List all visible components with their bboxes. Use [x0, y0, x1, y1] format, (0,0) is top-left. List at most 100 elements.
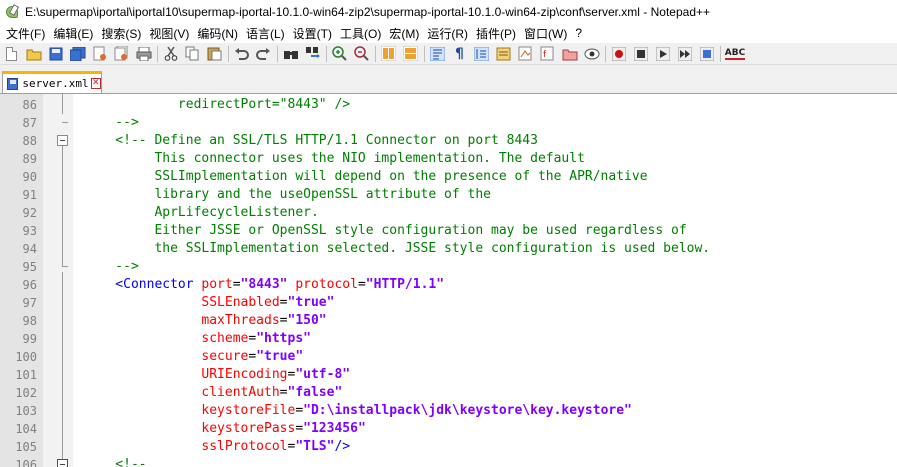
play-macro-multiple-icon[interactable] [676, 45, 693, 62]
line-code: keystoreFile="D:\installpack\jdk\keystor… [84, 402, 632, 420]
tab-label: server.xml [22, 77, 89, 90]
code-line[interactable]: 103 keystoreFile="D:\installpack\jdk\key… [0, 402, 897, 420]
code-token: SSLImplementation will depend on the pre… [84, 169, 648, 184]
code-token: redirectPort="8443" /> [84, 97, 351, 112]
code-token: SSLEnabled [84, 295, 280, 310]
menu-encoding[interactable]: 编码(N) [193, 25, 242, 42]
cut-icon[interactable] [162, 45, 179, 62]
code-line[interactable]: 94 the SSLImplementation selected. JSSE … [0, 240, 897, 258]
replace-icon[interactable] [304, 45, 321, 62]
code-line[interactable]: 97 SSLEnabled="true" [0, 294, 897, 312]
undo-icon[interactable] [233, 45, 250, 62]
code-token: --> [84, 259, 139, 274]
line-number: 103 [15, 404, 37, 418]
save-all-icon[interactable] [69, 45, 86, 62]
tab-server-xml[interactable]: server.xml ✕ [2, 71, 102, 93]
notepad-plus-plus-icon [5, 3, 20, 19]
menu-search[interactable]: 搜索(S) [97, 25, 145, 42]
menu-window[interactable]: 窗口(W) [520, 25, 571, 42]
code-line[interactable]: 98 maxThreads="150" [0, 312, 897, 330]
code-line[interactable]: 92 AprLifecycleListener. [0, 204, 897, 222]
record-macro-icon[interactable] [610, 45, 627, 62]
code-line[interactable]: 99 scheme="https" [0, 330, 897, 348]
line-code: clientAuth="false" [84, 384, 342, 402]
tab-bar: server.xml ✕ [0, 66, 897, 93]
menu-edit[interactable]: 编辑(E) [49, 25, 97, 42]
code-line[interactable]: 91 library and the useOpenSSL attribute … [0, 186, 897, 204]
line-number: 88 [22, 134, 37, 148]
code-line[interactable]: 88 <!-- Define an SSL/TLS HTTP/1.1 Conne… [0, 132, 897, 150]
menu-settings[interactable]: 设置(T) [289, 25, 336, 42]
menu-run[interactable]: 运行(R) [423, 25, 472, 42]
monitoring-icon[interactable] [583, 45, 600, 62]
code-line[interactable]: 95 --> [0, 258, 897, 276]
code-line[interactable]: 90 SSLImplementation will depend on the … [0, 168, 897, 186]
code-line[interactable]: 105 sslProtocol="TLS"/> [0, 438, 897, 456]
paste-icon[interactable] [206, 45, 223, 62]
line-number: 92 [22, 206, 37, 220]
line-number: 95 [22, 260, 37, 274]
code-line[interactable]: 104 keystorePass="123456" [0, 420, 897, 438]
line-code: --> [84, 258, 139, 276]
code-token: "HTTP/1.1" [365, 277, 445, 292]
toolbar-separator [228, 45, 229, 62]
code-token: = [279, 313, 288, 328]
print-icon[interactable] [135, 45, 152, 62]
toolbar-separator [375, 45, 376, 62]
save-icon[interactable] [47, 45, 64, 62]
code-line[interactable]: 96 <Connector port="8443" protocol="HTTP… [0, 276, 897, 294]
sync-vertical-icon[interactable] [380, 45, 397, 62]
toolbar-separator [277, 45, 278, 62]
redo-icon[interactable] [255, 45, 272, 62]
doc-map-icon[interactable] [517, 45, 534, 62]
zoom-out-icon[interactable] [353, 45, 370, 62]
spell-check-icon[interactable]: ABC [724, 45, 746, 62]
code-line[interactable]: 86 redirectPort="8443" /> [0, 96, 897, 114]
stop-macro-icon[interactable] [632, 45, 649, 62]
code-token: = [295, 403, 304, 418]
code-token: = [279, 295, 288, 310]
line-number: 100 [15, 350, 37, 364]
spell-check-label: ABC [724, 47, 746, 60]
code-line[interactable]: 87 --> [0, 114, 897, 132]
indent-guide-icon[interactable] [473, 45, 490, 62]
code-line[interactable]: 89 This connector uses the NIO implement… [0, 150, 897, 168]
save-macro-icon[interactable] [698, 45, 715, 62]
code-line[interactable]: 102 clientAuth="false" [0, 384, 897, 402]
zoom-in-icon[interactable] [331, 45, 348, 62]
close-tab-icon[interactable]: ✕ [90, 78, 101, 89]
new-file-icon[interactable] [3, 45, 20, 62]
line-number: 86 [22, 98, 37, 112]
code-line[interactable]: 93 Either JSSE or OpenSSL style configur… [0, 222, 897, 240]
code-token: <Connector [84, 277, 202, 292]
menu-help[interactable]: ? [571, 26, 586, 40]
code-line[interactable]: 106 <!-- [0, 456, 897, 467]
code-token: protocol [287, 277, 358, 292]
menu-tools[interactable]: 工具(O) [336, 25, 385, 42]
close-file-icon[interactable] [91, 45, 108, 62]
code-token: AprLifecycleListener. [84, 205, 319, 220]
menu-macro[interactable]: 宏(M) [385, 25, 423, 42]
code-token: = [279, 385, 288, 400]
code-line[interactable]: 100 secure="true" [0, 348, 897, 366]
copy-icon[interactable] [184, 45, 201, 62]
menu-language[interactable]: 语言(L) [242, 25, 289, 42]
play-macro-icon[interactable] [654, 45, 671, 62]
open-file-icon[interactable] [25, 45, 42, 62]
menu-file[interactable]: 文件(F) [2, 25, 49, 42]
user-language-icon[interactable] [495, 45, 512, 62]
code-token: Either JSSE or OpenSSL style configurati… [84, 223, 687, 238]
menu-view[interactable]: 视图(V) [145, 25, 193, 42]
close-all-icon[interactable] [113, 45, 130, 62]
line-code: the SSLImplementation selected. JSSE sty… [84, 240, 710, 258]
code-line[interactable]: 101 URIEncoding="utf-8" [0, 366, 897, 384]
function-list-icon[interactable]: f [539, 45, 556, 62]
sync-horizontal-icon[interactable] [402, 45, 419, 62]
code-editor[interactable]: 86 redirectPort="8443" /> 87 --> 88 <!-- D… [0, 93, 897, 467]
show-all-chars-icon[interactable]: ¶ [451, 45, 468, 62]
menu-plugins[interactable]: 插件(P) [472, 25, 520, 42]
code-token: <!-- Define an SSL/TLS HTTP/1.1 Connecto… [84, 133, 538, 148]
folder-workspace-icon[interactable] [561, 45, 578, 62]
find-icon[interactable] [282, 45, 299, 62]
word-wrap-icon[interactable] [429, 45, 446, 62]
